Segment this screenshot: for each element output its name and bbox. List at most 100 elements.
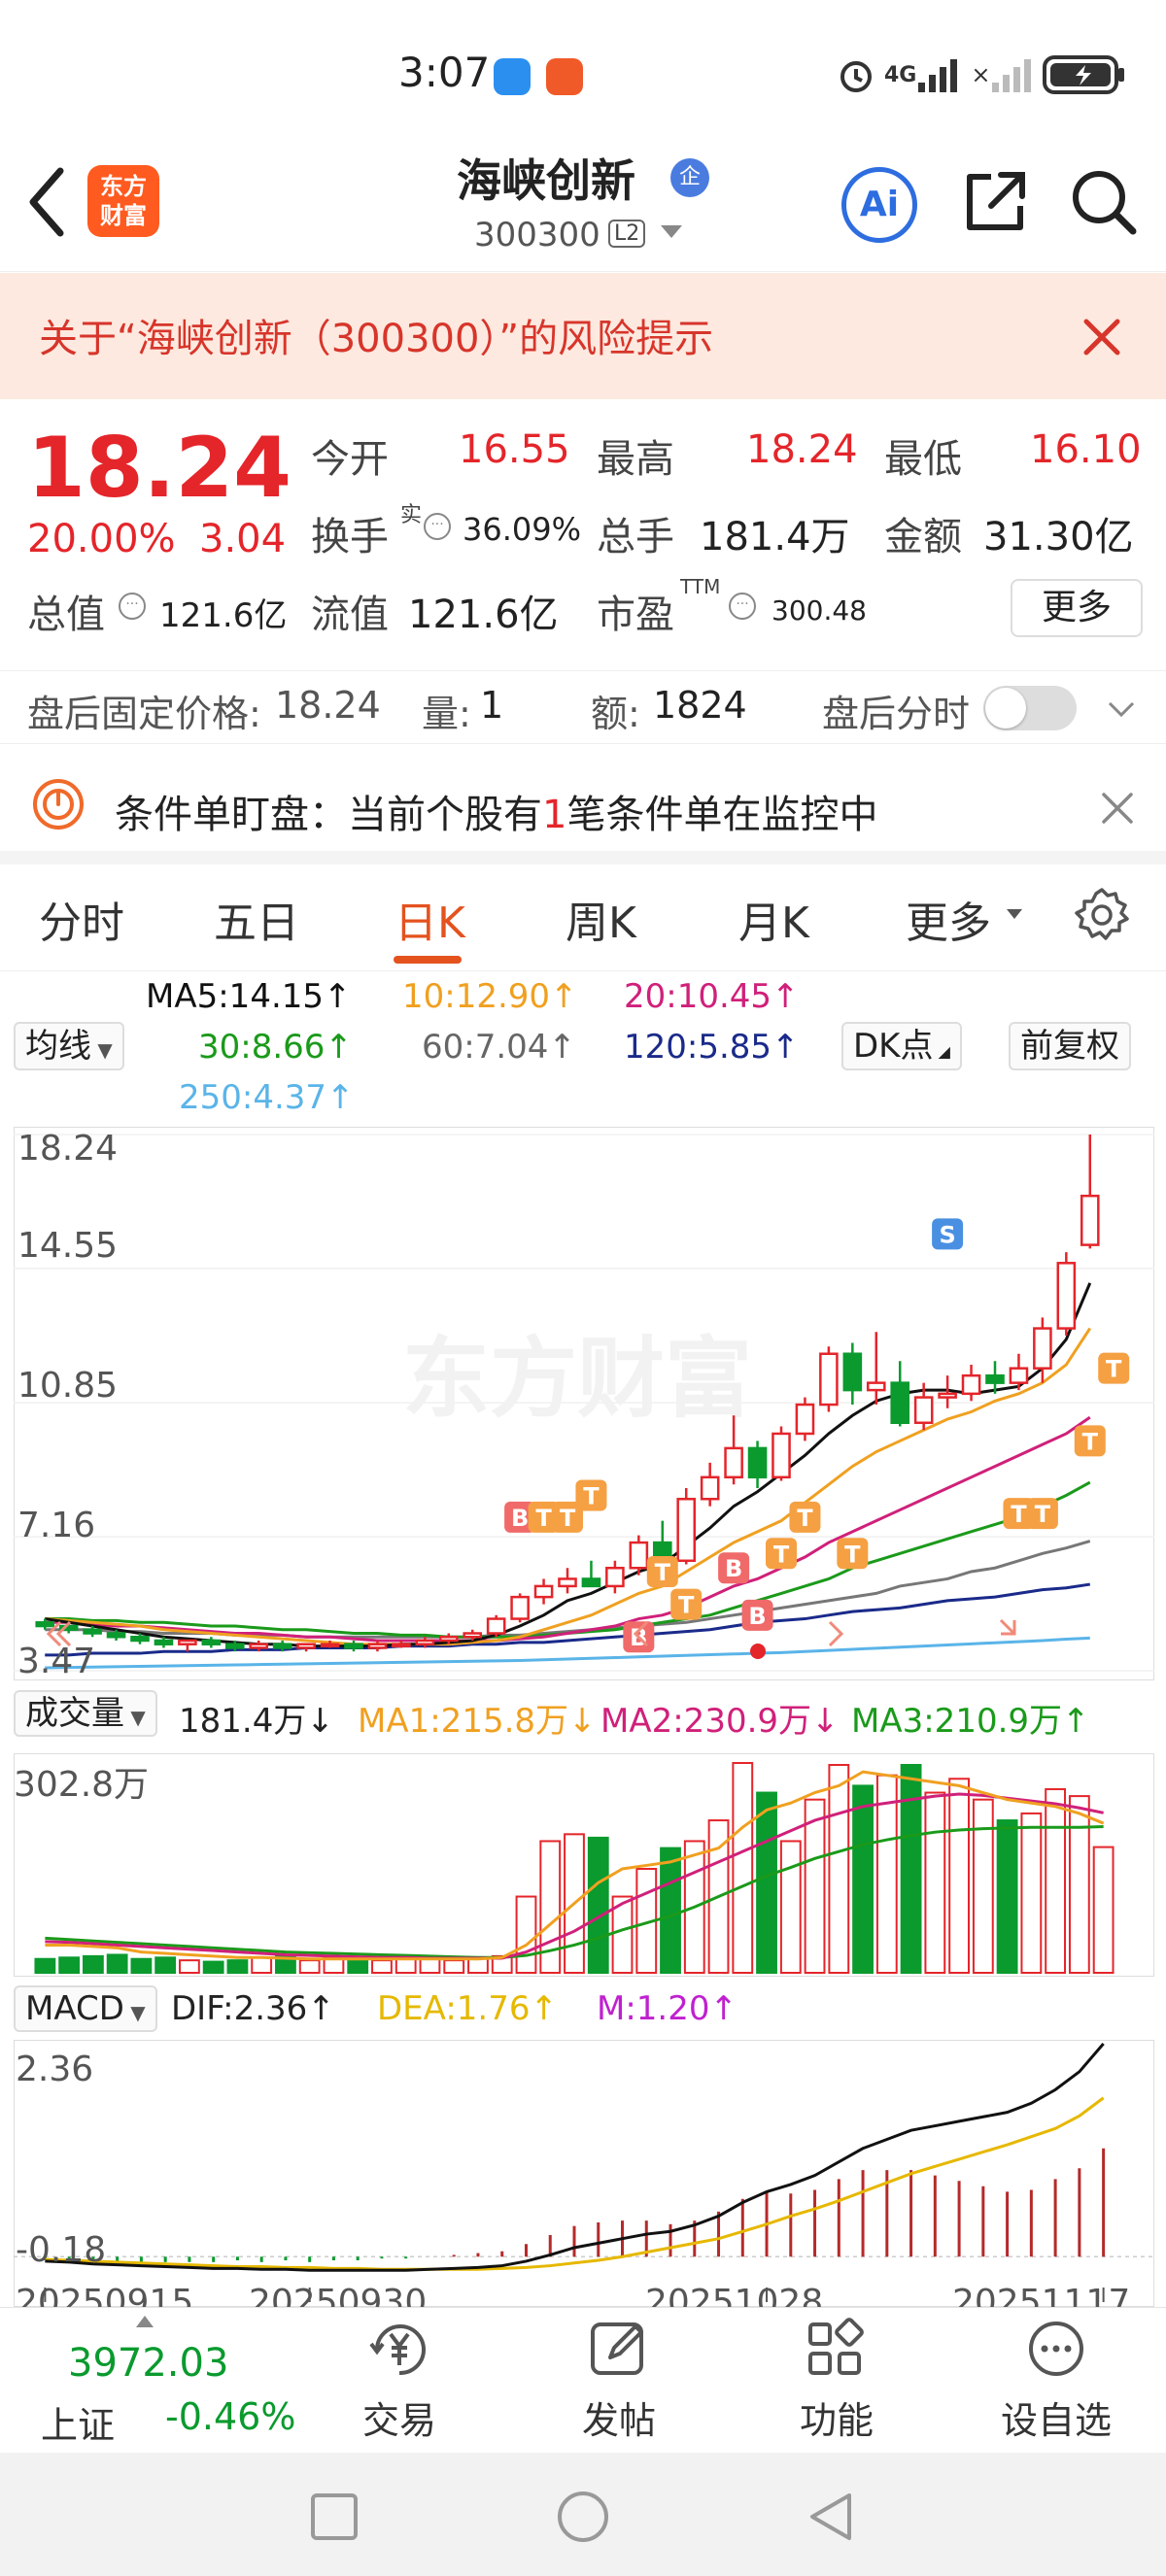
info-dots-icon[interactable]: ··· [729, 593, 756, 620]
caret-up-icon[interactable] [136, 2316, 154, 2327]
macd-max-label: 2.36 [16, 2050, 94, 2089]
back-arrow-icon[interactable] [23, 163, 72, 241]
next-icon [828, 1620, 844, 1647]
low-label: 最低 [884, 437, 962, 482]
search-icon[interactable] [1067, 165, 1139, 237]
volume-bar [130, 1957, 153, 1974]
conditional-order-text[interactable]: 条件单盯盘：当前个股有1笔条件单在监控中 [115, 783, 877, 839]
tab-more[interactable]: 更多 [906, 888, 991, 950]
eastmoney-logo[interactable]: 东方 财富 [87, 165, 159, 237]
take-marker-label: T [1106, 1356, 1122, 1383]
float-cap-value: 121.6亿 [408, 593, 559, 637]
candle-body [320, 1643, 340, 1647]
conditional-prefix: 条件单盯盘：当前个股有 [115, 793, 542, 837]
candlestick-chart[interactable]: 东方财富BBBBT TTTTTTTT TTTS [14, 1127, 1154, 1680]
buy-marker-label: B [725, 1555, 742, 1582]
logo-line1: 东方 [100, 173, 147, 200]
dk-point-button[interactable]: DK点 ◢ [841, 1022, 962, 1070]
grid-icon [808, 2318, 864, 2375]
candle-body [415, 1639, 435, 1645]
pe-value: 300.48 [772, 594, 867, 627]
close-icon[interactable] [1080, 316, 1123, 358]
tab-daily-k[interactable]: 日K [394, 888, 465, 950]
toggle-knob[interactable] [985, 688, 1026, 729]
volume-selector[interactable]: 成交量 ▼ [14, 1690, 157, 1737]
candle-body [747, 1446, 768, 1479]
candle-body [724, 1446, 743, 1479]
candle-body [438, 1635, 459, 1643]
volume-bar [1045, 1787, 1067, 1974]
close-icon[interactable] [1100, 791, 1135, 826]
nav-post-label: 发帖 [581, 2399, 656, 2442]
candle-body [249, 1643, 269, 1649]
candle-body [913, 1396, 934, 1424]
tab-intraday[interactable]: 分时 [39, 888, 124, 950]
ma120-label: 120:5.85↑ [624, 1028, 800, 1067]
turnover-sup: 实 [400, 503, 423, 527]
tab-five-day[interactable]: 五日 [214, 888, 299, 950]
share-icon[interactable] [962, 167, 1030, 235]
macd-chart[interactable] [14, 2040, 1154, 2307]
recent-apps-icon[interactable] [309, 2491, 360, 2542]
nav-watchlist[interactable]: 设自选 [983, 2317, 1129, 2444]
nav-trade[interactable]: 交易 [326, 2317, 472, 2444]
index-name[interactable]: 上证 [41, 2395, 115, 2449]
turnover-value: 36.09% [463, 511, 582, 548]
volume-chart[interactable] [14, 1753, 1154, 1977]
volume-bar [852, 1784, 874, 1974]
candle-body [486, 1617, 506, 1635]
k-y-label-3: 10.85 [17, 1366, 119, 1406]
network-label: 4G [884, 62, 917, 87]
index-change[interactable]: -0.46% [165, 2395, 295, 2438]
k-y-label-4: 7.16 [17, 1506, 96, 1545]
volume-ma1: MA1:215.8万↓ [358, 1702, 597, 1741]
volume-bar [924, 1791, 946, 1975]
conditional-suffix: 笔条件单在监控中 [566, 793, 878, 837]
nav-post[interactable]: 发帖 [546, 2317, 692, 2444]
code-dropdown-icon[interactable] [661, 225, 682, 238]
risk-banner-text[interactable]: 关于“海峡创新（300300）”的风险提示 [39, 307, 713, 363]
more-button[interactable]: 更多 [1011, 579, 1143, 637]
candle-body [938, 1392, 957, 1399]
chevron-down-icon[interactable] [1106, 694, 1137, 725]
index-value[interactable]: 3972.03 [68, 2341, 228, 2386]
volume-bar [371, 1959, 393, 1974]
volume-bar [828, 1763, 850, 1974]
signal-icon [918, 59, 958, 92]
info-dots-icon[interactable]: ··· [119, 593, 146, 620]
gear-icon[interactable] [1073, 886, 1131, 944]
volume-value: 181.4万↓ [179, 1702, 334, 1741]
caret-down-icon[interactable] [1007, 909, 1022, 919]
tab-weekly-k[interactable]: 周K [566, 888, 636, 950]
logo-line2: 财富 [100, 202, 147, 229]
ma-selector[interactable]: 均线 ▼ [14, 1022, 124, 1070]
volume-bar [1020, 1812, 1043, 1975]
take-marker-label: T [844, 1541, 861, 1568]
candle-body [1080, 1194, 1100, 1246]
back-nav-icon[interactable] [806, 2491, 855, 2542]
volume-bar [996, 1819, 1018, 1974]
adjust-button[interactable]: 前复权 [1009, 1022, 1131, 1070]
after-hours-price-label: 盘后固定价格: [27, 693, 261, 735]
ma5-label: MA5:14.15↑ [146, 977, 352, 1016]
nav-functions[interactable]: 功能 [764, 2317, 909, 2444]
macd-selector[interactable]: MACD ▼ [14, 1985, 157, 2032]
volume-bar [226, 1959, 249, 1974]
candle-body [1009, 1367, 1029, 1384]
take-marker-label: T [583, 1482, 600, 1509]
volume-bar [900, 1763, 922, 1974]
tab-monthly-k[interactable]: 月K [738, 888, 809, 950]
candle-body [106, 1632, 126, 1639]
conditional-count: 1 [542, 793, 567, 837]
current-day-dot [750, 1644, 766, 1659]
level2-badge[interactable]: L2 [608, 220, 646, 248]
ai-button[interactable]: Ai [841, 167, 917, 243]
trade-icon [369, 2324, 426, 2376]
candle-body [890, 1381, 910, 1424]
candle-body [344, 1643, 363, 1649]
candle-body [224, 1643, 245, 1649]
volume-bar [106, 1953, 128, 1975]
stock-code[interactable]: 300300 [474, 216, 600, 254]
info-dots-icon[interactable]: ··· [424, 513, 451, 540]
home-icon[interactable] [556, 2490, 610, 2544]
